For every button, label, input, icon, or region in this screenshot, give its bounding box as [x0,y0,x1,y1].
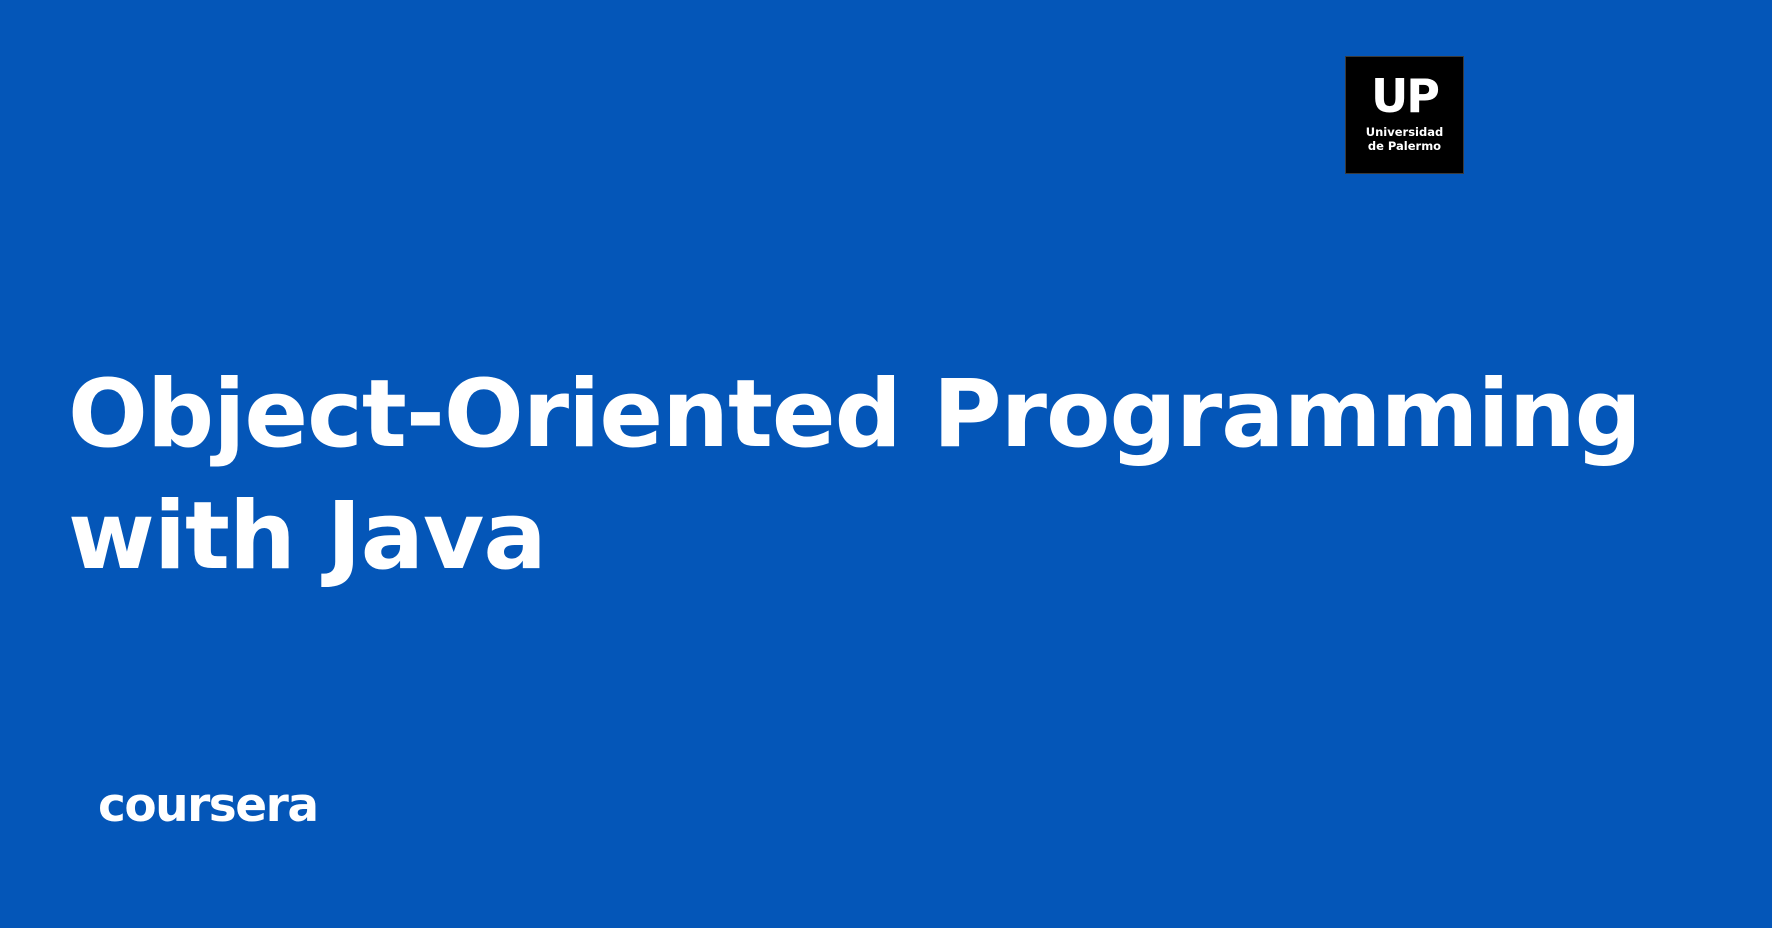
course-title-line-2: with Java [68,482,547,591]
course-title: Object-Oriented Programming with Java [68,354,1642,598]
course-banner: UP Universidad de Palermo Object-Oriente… [0,0,1772,928]
universidad-de-palermo-logo: UP Universidad de Palermo [1345,56,1464,174]
coursera-logo: coursera [98,778,319,833]
course-title-line-1: Object-Oriented Programming [68,360,1642,469]
logo-name: Universidad de Palermo [1365,125,1444,153]
logo-mark: UP [1370,69,1440,123]
